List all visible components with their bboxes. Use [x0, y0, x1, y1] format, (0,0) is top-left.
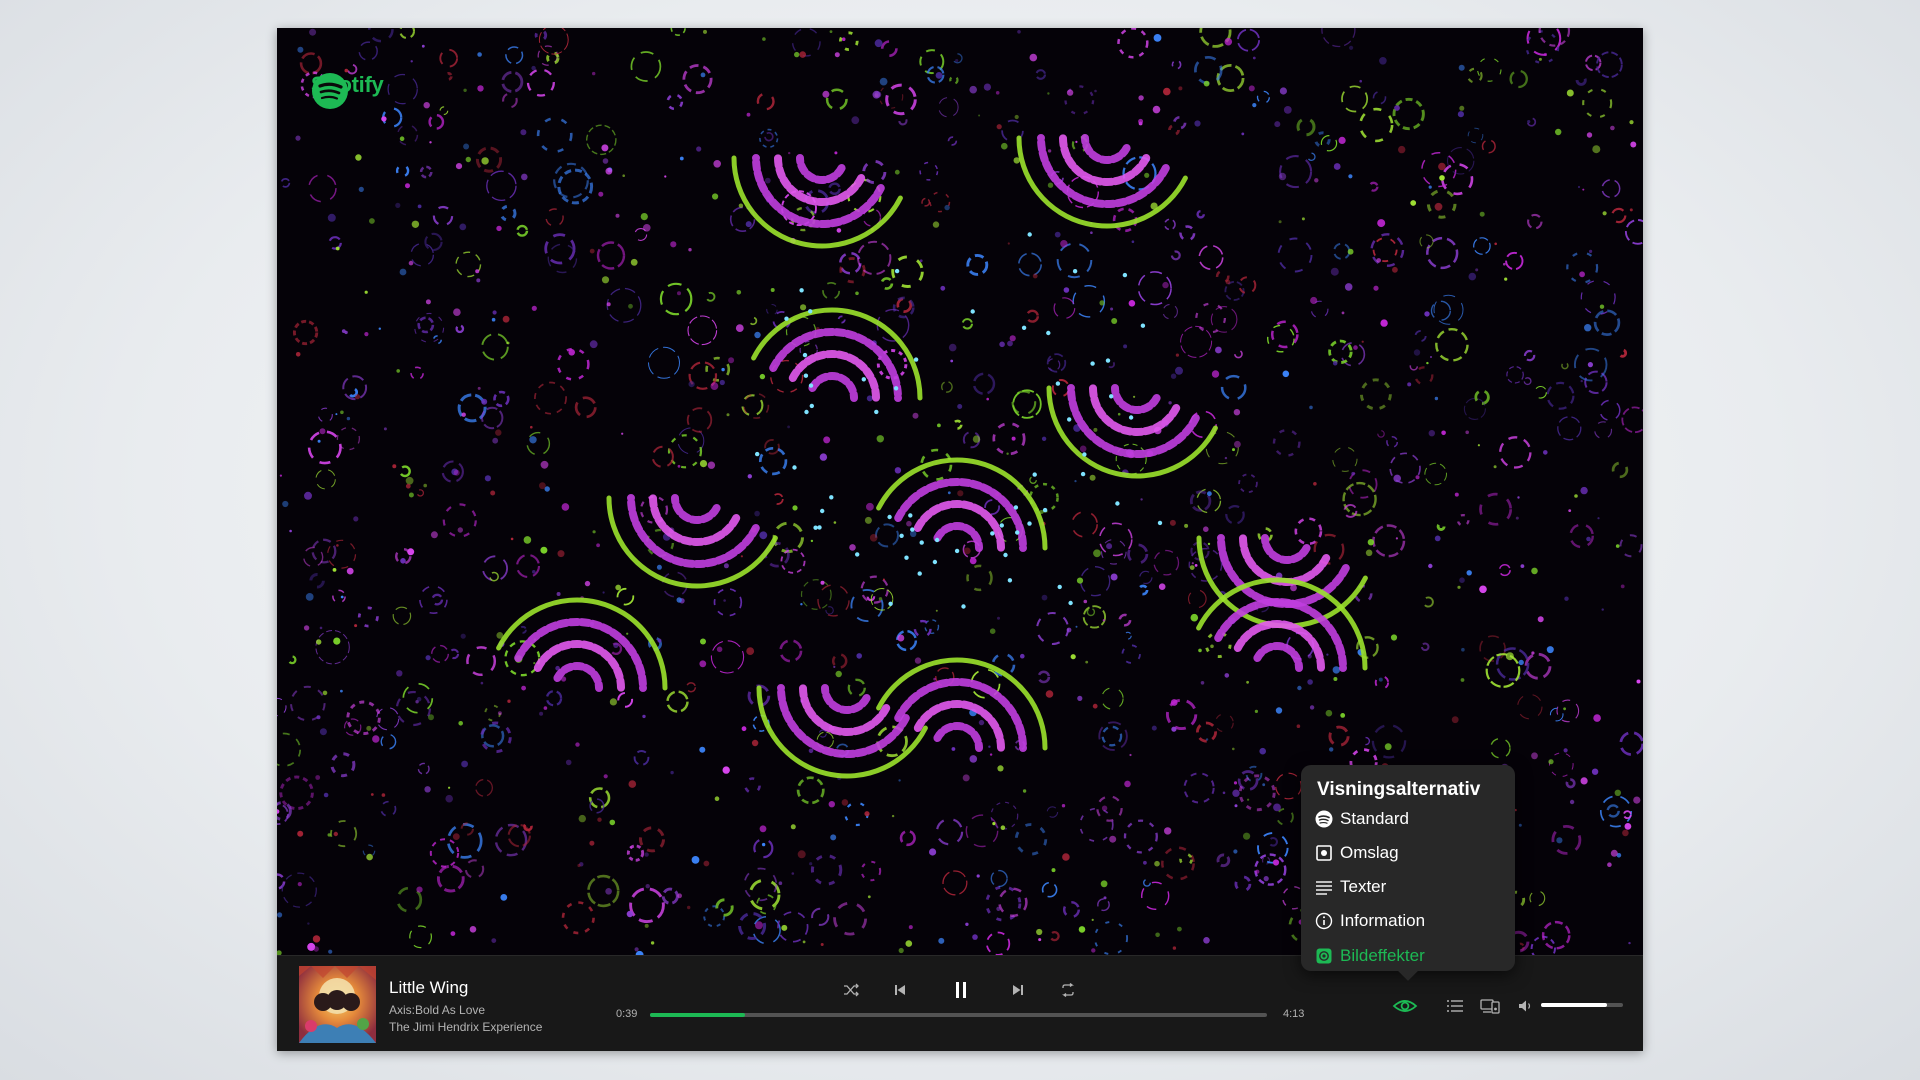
view-options-popover: Visningsalternativ Standard Omslag Texte… [1301, 765, 1515, 981]
skip-back-icon [895, 985, 905, 995]
next-button[interactable] [1006, 978, 1030, 1002]
track-artist[interactable]: The Jimi Hendrix Experience [389, 1020, 542, 1034]
spotify-window: Spotify Visningsalternativ Standard Omsl… [277, 28, 1643, 1051]
repeat-button[interactable] [1056, 978, 1080, 1002]
track-title[interactable]: Little Wing [389, 978, 468, 998]
previous-button[interactable] [888, 978, 912, 1002]
view-option-label: Omslag [1340, 843, 1399, 862]
lyrics-icon [1316, 881, 1332, 895]
queue-button[interactable] [1442, 994, 1468, 1018]
volume-icon [1519, 1000, 1531, 1012]
spotify-logo-icon [312, 73, 348, 109]
view-option-lyrics[interactable]: Texter [1315, 877, 1386, 897]
volume-slider[interactable] [1541, 1003, 1623, 1007]
progress-bar[interactable] [650, 1013, 1267, 1017]
view-option-standard[interactable]: Standard [1315, 809, 1409, 829]
album-cover-art [299, 966, 376, 1043]
view-option-label: Bildeffekter [1340, 946, 1425, 965]
view-option-information[interactable]: Information [1315, 911, 1425, 931]
shuffle-button[interactable] [839, 978, 863, 1002]
devices-icon [1480, 999, 1500, 1014]
spotify-icon [1315, 810, 1333, 828]
total-time: 4:13 [1283, 1008, 1305, 1020]
view-option-label: Standard [1340, 809, 1409, 828]
elapsed-time: 0:39 [616, 1008, 638, 1020]
connect-device-button[interactable] [1477, 994, 1503, 1018]
shuffle-icon [844, 983, 859, 997]
skip-forward-icon [1013, 985, 1023, 995]
volume-fill [1541, 1003, 1607, 1007]
view-options-title: Visningsalternativ [1317, 779, 1481, 800]
pause-button[interactable] [947, 976, 975, 1004]
cover-art-icon [1316, 845, 1332, 861]
info-icon [1315, 912, 1333, 930]
view-option-label: Information [1340, 911, 1426, 930]
mute-button[interactable] [1513, 994, 1539, 1018]
repeat-icon [1062, 983, 1074, 997]
progress-fill [650, 1013, 746, 1017]
eye-icon [1392, 1000, 1418, 1012]
queue-icon [1447, 1000, 1463, 1012]
view-option-label: Texter [1340, 877, 1387, 896]
spotify-logo: Spotify [311, 72, 384, 109]
view-option-cover[interactable]: Omslag [1315, 843, 1399, 863]
visualizer-icon [1316, 948, 1332, 964]
track-album[interactable]: Axis:Bold As Love [389, 1003, 485, 1017]
pause-icon [956, 982, 966, 998]
view-options-button[interactable] [1392, 994, 1418, 1018]
album-cover[interactable] [299, 966, 376, 1043]
